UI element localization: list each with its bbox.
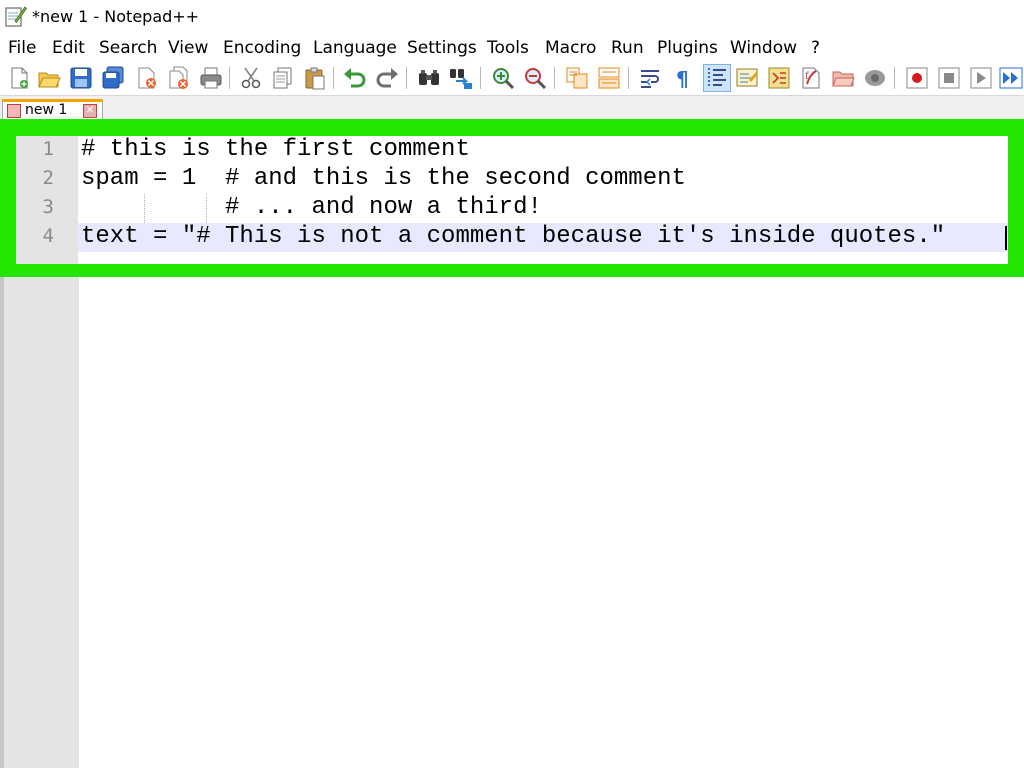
replace-icon[interactable] [448, 65, 474, 91]
code-line[interactable]: 1 # this is the first comment [16, 136, 1008, 165]
notepad-plus-plus-app-icon [5, 6, 27, 27]
zoom-out-icon[interactable] [522, 65, 548, 91]
new-file-icon[interactable] [6, 65, 32, 91]
tab-label: new 1 [25, 102, 68, 118]
line-number: 4 [42, 225, 54, 247]
folder-as-workspace-icon[interactable]: f [798, 65, 824, 91]
menu-window[interactable]: Window [730, 38, 797, 58]
code-view[interactable]: 1 # this is the first comment 2 spam = 1… [16, 136, 1008, 264]
stop-recording-icon[interactable] [936, 65, 962, 91]
close-icon[interactable] [134, 65, 160, 91]
tab-new-1[interactable]: new 1 ✕ [2, 99, 103, 120]
menu-file[interactable]: File [8, 38, 36, 58]
menu-view[interactable]: View [168, 38, 208, 58]
svg-text:¶: ¶ [676, 67, 689, 91]
tab-close-icon[interactable]: ✕ [83, 104, 97, 118]
code-line-current[interactable]: 4 text = "# This is not a comment becaus… [16, 223, 1008, 252]
menu-search[interactable]: Search [99, 38, 157, 58]
code-text: spam = 1 # and this is the second commen… [81, 165, 686, 192]
line-number: 2 [42, 167, 54, 189]
toolbar: ¶ f [0, 62, 1024, 94]
code-line[interactable]: 3 # ... and now a third! [16, 194, 1008, 223]
text-caret [1005, 226, 1007, 250]
document-map-icon[interactable] [734, 65, 760, 91]
monitoring-icon[interactable] [830, 65, 856, 91]
eye-monitor-icon[interactable] [862, 65, 888, 91]
highlight-frame: 1 # this is the first comment 2 spam = 1… [0, 119, 1024, 277]
save-icon[interactable] [68, 65, 94, 91]
close-all-icon[interactable] [166, 65, 192, 91]
tab-bar: new 1 ✕ [0, 95, 1024, 120]
zoom-in-icon[interactable] [490, 65, 516, 91]
menu-run[interactable]: Run [611, 38, 644, 58]
word-wrap-icon[interactable] [638, 65, 664, 91]
menu-tools[interactable]: Tools [487, 38, 529, 58]
line-number: 1 [42, 138, 54, 160]
menu-plugins[interactable]: Plugins [657, 38, 718, 58]
window-title: *new 1 - Notepad++ [32, 7, 200, 26]
cut-icon[interactable] [238, 65, 264, 91]
play-macro-icon[interactable] [968, 65, 994, 91]
line-number: 3 [42, 196, 54, 218]
record-macro-icon[interactable] [904, 65, 930, 91]
function-list-icon[interactable] [766, 65, 792, 91]
menu-language[interactable]: Language [313, 38, 397, 58]
menu-macro[interactable]: Macro [545, 38, 596, 58]
unsaved-file-icon [7, 104, 21, 118]
paste-icon[interactable] [302, 65, 328, 91]
open-file-icon[interactable] [36, 65, 62, 91]
sync-horizontal-icon[interactable] [596, 65, 622, 91]
code-text: # this is the first comment [81, 136, 470, 163]
code-line[interactable]: 2 spam = 1 # and this is the second comm… [16, 165, 1008, 194]
menu-help[interactable]: ? [811, 38, 820, 58]
code-text: # ... and now a third! [81, 194, 542, 221]
menu-bar: File Edit Search View Encoding Language … [0, 35, 1024, 61]
undo-icon[interactable] [342, 65, 368, 91]
menu-settings[interactable]: Settings [407, 38, 477, 58]
show-all-characters-icon[interactable]: ¶ [670, 65, 696, 91]
save-all-icon[interactable] [100, 65, 126, 91]
copy-icon[interactable] [270, 65, 296, 91]
find-icon[interactable] [416, 65, 442, 91]
title-bar: *new 1 - Notepad++ [0, 0, 1024, 34]
menu-encoding[interactable]: Encoding [223, 38, 301, 58]
print-icon[interactable] [198, 65, 224, 91]
redo-icon[interactable] [374, 65, 400, 91]
code-text: text = "# This is not a comment because … [81, 223, 946, 250]
run-macro-multiple-icon[interactable] [998, 65, 1024, 91]
menu-edit[interactable]: Edit [52, 38, 85, 58]
sync-vertical-icon[interactable] [564, 65, 590, 91]
indent-guide-icon[interactable] [703, 64, 731, 92]
